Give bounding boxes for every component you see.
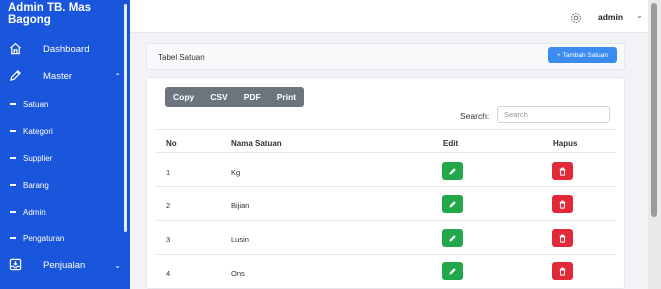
edit-button[interactable]: [442, 229, 463, 247]
page-scrollbar[interactable]: [648, 0, 661, 289]
table-divider: [156, 129, 615, 130]
cell-no: 1: [166, 168, 171, 177]
pencil-icon: [449, 200, 456, 208]
brand-title: Admin TB. Mas Bagong: [8, 2, 92, 26]
sidebar-subitem-label: Kategori: [23, 126, 53, 136]
trash-icon: [559, 234, 566, 243]
sidebar-subitem-label: Supplier: [23, 153, 53, 163]
csv-button[interactable]: CSV: [202, 87, 235, 107]
inbox-icon: [7, 256, 23, 272]
table-divider: [156, 254, 615, 255]
scrollbar-thumb[interactable]: [651, 3, 657, 217]
cell-nama-satuan: Kg: [231, 168, 241, 177]
delete-button[interactable]: [552, 162, 573, 180]
cell-nama-satuan: Lusin: [231, 235, 249, 244]
pencil-icon: [7, 67, 23, 83]
trash-icon: [559, 267, 566, 276]
chevron-down-icon: ⌄: [114, 260, 121, 270]
cell-no: 4: [166, 269, 171, 278]
sidebar-item-dashboard[interactable]: Dashboard: [0, 36, 127, 62]
sidebar-subitem-barang[interactable]: Barang: [0, 172, 127, 198]
edit-button[interactable]: [442, 262, 463, 280]
home-icon: [7, 40, 23, 56]
user-menu-label[interactable]: admin: [598, 12, 623, 22]
dash-icon: [10, 237, 16, 239]
pencil-icon: [449, 167, 456, 175]
sidebar-subitem-label: Pengaturan: [23, 233, 65, 243]
table-divider: [156, 186, 615, 187]
sidebar-item-label: Penjualan: [43, 259, 86, 271]
pencil-icon: [449, 234, 456, 242]
sidebar-subitem-label: Satuan: [23, 99, 49, 109]
trash-icon: [559, 167, 566, 176]
trash-icon: [559, 200, 566, 209]
cell-nama-satuan: Bijian: [231, 201, 250, 210]
column-header-hapus: Hapus: [553, 139, 578, 148]
cell-no: 3: [166, 235, 171, 244]
page-title: Tabel Satuan: [158, 53, 205, 62]
gear-icon[interactable]: [570, 11, 582, 23]
table-divider: [156, 220, 615, 221]
delete-button[interactable]: [552, 195, 573, 213]
sidebar-subitem-label: Barang: [23, 180, 49, 190]
dash-icon: [10, 130, 16, 132]
sidebar-subitem-satuan[interactable]: Satuan: [0, 91, 127, 117]
copy-button[interactable]: Copy: [165, 87, 202, 107]
sidebar-item-label: Dashboard: [43, 43, 90, 55]
chevron-down-icon[interactable]: ⌄: [636, 11, 643, 20]
column-header-edit: Edit: [443, 139, 459, 148]
dash-icon: [10, 103, 16, 105]
search-input[interactable]: [497, 106, 610, 123]
sidebar-item-label: Master: [43, 70, 73, 82]
column-header-nama-satuan: Nama Satuan: [231, 139, 282, 148]
pencil-icon: [449, 267, 456, 275]
edit-button[interactable]: [442, 162, 463, 180]
add-satuan-button[interactable]: + Tambah Satuan: [548, 47, 617, 63]
dash-icon: [10, 184, 16, 186]
sidebar-item-penjualan[interactable]: Penjualan ⌄: [0, 252, 127, 278]
sidebar: Admin TB. Mas Bagong Dashboard Master ⌃ …: [0, 0, 130, 289]
delete-button[interactable]: [552, 229, 573, 247]
cell-nama-satuan: Ons: [231, 269, 245, 278]
sidebar-subitem-pengaturan[interactable]: Pengaturan: [0, 225, 127, 251]
edit-button[interactable]: [442, 195, 463, 213]
pdf-button[interactable]: PDF: [236, 87, 269, 107]
column-header-no: No: [166, 139, 177, 148]
search-label: Search:: [460, 111, 490, 121]
print-button[interactable]: Print: [269, 87, 304, 107]
cell-no: 2: [166, 201, 171, 210]
dash-icon: [10, 211, 16, 213]
delete-button[interactable]: [552, 262, 573, 280]
sidebar-subitem-supplier[interactable]: Supplier: [0, 145, 127, 171]
dash-icon: [10, 157, 16, 159]
sidebar-item-master[interactable]: Master ⌃: [0, 63, 127, 89]
sidebar-subitem-admin[interactable]: Admin: [0, 199, 127, 225]
sidebar-subitem-kategori[interactable]: Kategori: [0, 118, 127, 144]
export-button-group: Copy CSV PDF Print: [165, 87, 305, 107]
sidebar-subitem-label: Admin: [23, 207, 46, 217]
table-divider: [156, 152, 615, 153]
chevron-up-icon: ⌃: [114, 71, 121, 81]
